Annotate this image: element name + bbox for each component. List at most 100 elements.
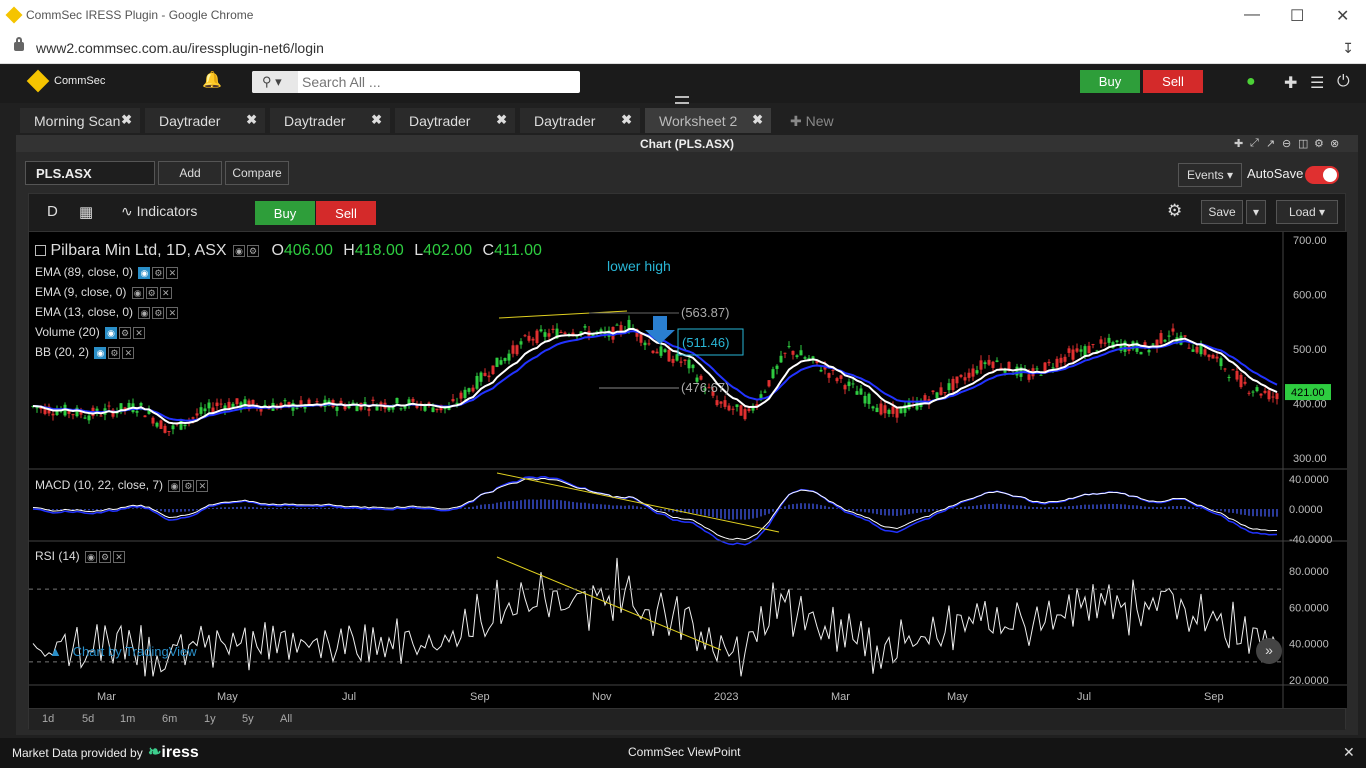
- candle-body: [211, 407, 215, 413]
- settings-gear-icon[interactable]: ⚙: [1167, 201, 1182, 221]
- gear-icon[interactable]: ⚙: [119, 326, 132, 339]
- eye-icon[interactable]: ◉: [233, 244, 245, 257]
- gear-icon[interactable]: ⚙: [99, 550, 112, 563]
- timeframe-5d[interactable]: 5d: [82, 713, 94, 725]
- candle-body: [1215, 356, 1219, 359]
- tradingview-watermark[interactable]: ▲ Chart by TradingView: [49, 644, 197, 659]
- gear-icon[interactable]: ⚙: [152, 306, 165, 319]
- chart-plot-area[interactable]: (563.87) (511.46) (476.67) 700.00 600.00 500…: [29, 232, 1347, 708]
- indicators-button[interactable]: ∿ Indicators: [121, 203, 197, 220]
- timeframe-6m[interactable]: 6m: [162, 713, 177, 725]
- close-icon[interactable]: ✕: [166, 266, 179, 279]
- save-button[interactable]: Save: [1201, 200, 1243, 224]
- gear-icon[interactable]: ⚙: [182, 479, 195, 492]
- timeframe-1d[interactable]: 1d: [42, 713, 54, 725]
- gear-icon[interactable]: ⚙: [152, 266, 165, 279]
- eye-icon[interactable]: ◉: [138, 306, 151, 319]
- eye-icon[interactable]: ◉: [85, 550, 98, 563]
- eye-icon[interactable]: ◉: [131, 286, 144, 299]
- chart-buy-button[interactable]: Buy: [255, 201, 315, 225]
- eye-icon[interactable]: ◉: [168, 479, 181, 492]
- autosave-toggle[interactable]: [1305, 166, 1339, 184]
- save-options-dropdown[interactable]: ▾: [1246, 200, 1266, 224]
- candle-body: [851, 383, 855, 385]
- tab-daytrader-1[interactable]: Daytrader ✖: [145, 108, 265, 133]
- header-buy-button[interactable]: Buy: [1080, 70, 1140, 93]
- candle-body: [887, 409, 891, 414]
- gear-icon[interactable]: ⚙: [108, 346, 121, 359]
- candle-body: [1191, 349, 1195, 352]
- window-popout-icon[interactable]: ↗: [1266, 137, 1275, 150]
- timeframe-1y[interactable]: 1y: [204, 713, 216, 725]
- collapse-icon[interactable]: [35, 245, 46, 257]
- candle-body: [1223, 368, 1227, 370]
- power-icon[interactable]: ⏻: [1337, 73, 1350, 91]
- close-tab-icon[interactable]: ✖: [752, 112, 763, 128]
- close-tab-icon[interactable]: ✖: [371, 112, 382, 128]
- chart-sell-button[interactable]: Sell: [316, 201, 376, 225]
- window-layout-icon[interactable]: ◫: [1298, 137, 1308, 150]
- timeframe-5y[interactable]: 5y: [242, 713, 254, 725]
- scroll-to-latest-button[interactable]: »: [1256, 638, 1282, 664]
- window-settings-icon[interactable]: ⚙: [1314, 137, 1324, 150]
- search-icon[interactable]: ⚲ ▾: [252, 71, 298, 93]
- window-close-icon[interactable]: ⊗: [1330, 137, 1339, 150]
- minimize-icon[interactable]: —: [1244, 6, 1260, 24]
- search-box[interactable]: ⚲ ▾: [252, 71, 580, 93]
- close-icon[interactable]: ✕: [113, 550, 126, 563]
- time-tick-label: 2023: [714, 691, 738, 703]
- search-input[interactable]: [302, 73, 572, 91]
- close-tab-icon[interactable]: ✖: [621, 112, 632, 128]
- footer-close-icon[interactable]: ✕: [1343, 744, 1355, 761]
- download-icon[interactable]: ↧: [1342, 40, 1354, 57]
- events-dropdown[interactable]: Events ▾: [1178, 163, 1242, 187]
- candle-body: [203, 408, 207, 412]
- tab-daytrader-4[interactable]: Daytrader ✖: [520, 108, 640, 133]
- candle-body: [727, 405, 731, 411]
- candle-body: [663, 349, 667, 353]
- add-button[interactable]: Add: [158, 161, 222, 185]
- new-tab-button[interactable]: ✚ New: [776, 108, 846, 133]
- close-tab-icon[interactable]: ✖: [121, 112, 132, 128]
- add-icon[interactable]: ✚: [1284, 73, 1297, 93]
- close-icon[interactable]: ✕: [196, 479, 209, 492]
- address-bar[interactable]: www2.commsec.com.au/iressplugin-net6/log…: [0, 32, 1366, 64]
- header-sell-button[interactable]: Sell: [1143, 70, 1203, 93]
- close-icon[interactable]: ✕: [159, 286, 172, 299]
- gear-icon[interactable]: ⚙: [247, 244, 259, 257]
- price-chart-svg[interactable]: (563.87) (511.46) (476.67) 700.00 600.00 500…: [29, 232, 1347, 708]
- window-minimize-icon[interactable]: ⊖: [1282, 137, 1291, 150]
- close-tab-icon[interactable]: ✖: [496, 112, 507, 128]
- ema-89-legend: EMA (89, close, 0) ◉ ⚙ ✕: [35, 265, 179, 279]
- candle-style-icon[interactable]: ▦: [79, 203, 93, 221]
- time-tick-label: May: [947, 691, 968, 703]
- close-tab-icon[interactable]: ✖: [246, 112, 257, 128]
- url-text[interactable]: www2.commsec.com.au/iressplugin-net6/log…: [36, 40, 324, 56]
- symbol-input[interactable]: PLS.ASX: [25, 161, 155, 185]
- bell-icon[interactable]: 🔔: [202, 70, 222, 90]
- eye-icon[interactable]: ◉: [105, 326, 118, 339]
- tab-worksheet-2[interactable]: Worksheet 2 ✖: [645, 108, 771, 133]
- drag-handle-icon[interactable]: [675, 96, 689, 104]
- interval-button[interactable]: D: [47, 203, 58, 220]
- close-icon[interactable]: ✕: [122, 346, 135, 359]
- timeframe-1m[interactable]: 1m: [120, 713, 135, 725]
- load-dropdown[interactable]: Load ▾: [1276, 200, 1338, 224]
- timeframe-all[interactable]: All: [280, 713, 292, 725]
- close-window-icon[interactable]: ✕: [1336, 6, 1349, 26]
- tab-morning-scan[interactable]: Morning Scan ✖: [20, 108, 140, 133]
- menu-icon[interactable]: ☰: [1310, 73, 1324, 93]
- compare-button[interactable]: Compare: [225, 161, 289, 185]
- eye-icon[interactable]: ◉: [94, 346, 107, 359]
- window-add-icon[interactable]: ✚: [1234, 137, 1243, 150]
- close-icon[interactable]: ✕: [166, 306, 179, 319]
- tab-daytrader-3[interactable]: Daytrader ✖: [395, 108, 515, 133]
- close-icon[interactable]: ✕: [133, 326, 146, 339]
- candle-body: [1067, 348, 1071, 353]
- tab-daytrader-2[interactable]: Daytrader ✖: [270, 108, 390, 133]
- maximize-icon[interactable]: ☐: [1290, 6, 1304, 26]
- gear-icon[interactable]: ⚙: [145, 286, 158, 299]
- window-expand-icon[interactable]: ⤢: [1250, 137, 1259, 150]
- lightbulb-icon[interactable]: ●: [1246, 73, 1256, 91]
- eye-icon[interactable]: ◉: [138, 266, 151, 279]
